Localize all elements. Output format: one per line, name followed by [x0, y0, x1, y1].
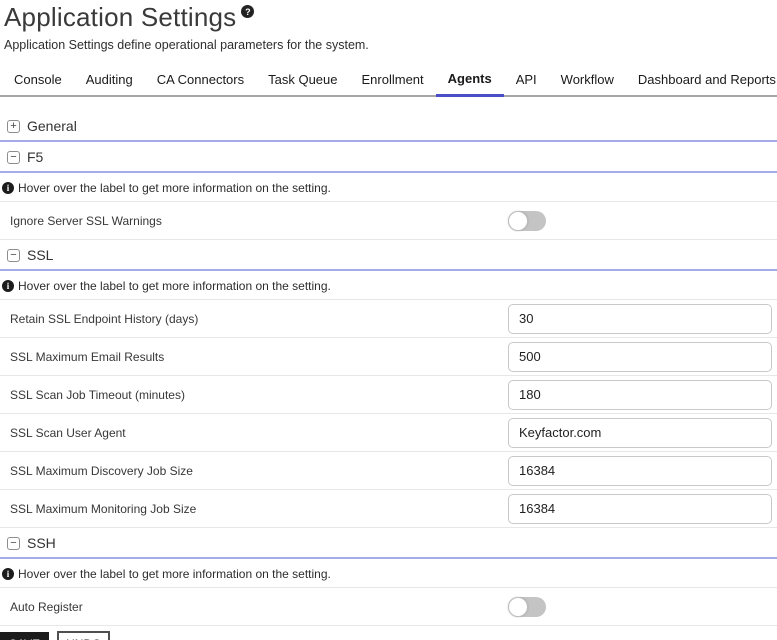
page-header: Application Settings ? [0, 2, 777, 32]
undo-button[interactable]: UNDO [57, 631, 110, 640]
footer: SAVE UNDO [0, 626, 777, 640]
page-title: Application Settings [4, 2, 236, 32]
setting-control [508, 304, 777, 334]
input-retain-ssl-endpoint-history-days[interactable] [508, 304, 772, 334]
input-ssl-maximum-monitoring-job-size[interactable] [508, 494, 772, 524]
input-ssl-scan-job-timeout-minutes[interactable] [508, 380, 772, 410]
section-header-ssl[interactable]: −SSL [0, 240, 777, 271]
info-row: i Hover over the label to get more inform… [0, 173, 777, 202]
setting-label: SSL Maximum Email Results [0, 350, 508, 364]
setting-label: Retain SSL Endpoint History (days) [0, 312, 508, 326]
application-settings-page: Application Settings ? Application Setti… [0, 0, 777, 640]
toggle-auto-register[interactable] [508, 597, 546, 617]
setting-label: Auto Register [0, 600, 508, 614]
setting-row-ssl-maximum-discovery-job-size: SSL Maximum Discovery Job Size [0, 452, 777, 490]
sections: +General−F5iHover over the label to get … [0, 111, 777, 626]
setting-label: SSL Scan User Agent [0, 426, 508, 440]
toggle-knob [508, 211, 528, 231]
input-ssl-maximum-email-results[interactable] [508, 342, 772, 372]
setting-row-retain-ssl-endpoint-history-days: Retain SSL Endpoint History (days) [0, 300, 777, 338]
info-text: Hover over the label to get more informa… [18, 279, 331, 293]
tab-task-queue[interactable]: Task Queue [256, 68, 349, 97]
setting-control [508, 418, 777, 448]
tab-ca-connectors[interactable]: CA Connectors [145, 68, 256, 97]
info-row: i Hover over the label to get more inform… [0, 271, 777, 300]
info-text: Hover over the label to get more informa… [18, 181, 331, 195]
minus-icon: − [7, 537, 20, 550]
info-icon: i [2, 182, 14, 194]
toggle-knob [508, 597, 528, 617]
setting-row-ssl-scan-user-agent: SSL Scan User Agent [0, 414, 777, 452]
tab-workflow[interactable]: Workflow [549, 68, 626, 97]
setting-row-auto-register: Auto Register [0, 588, 777, 626]
info-icon: i [2, 568, 14, 580]
tab-auditing[interactable]: Auditing [74, 68, 145, 97]
setting-row-ssl-scan-job-timeout-minutes: SSL Scan Job Timeout (minutes) [0, 376, 777, 414]
section-title: F5 [27, 149, 43, 165]
tab-dashboard-and-reports[interactable]: Dashboard and Reports [626, 68, 777, 97]
section-header-general[interactable]: + General [0, 111, 777, 142]
section-title: SSH [27, 535, 56, 551]
setting-row-ignore-server-ssl-warnings: Ignore Server SSL Warnings [0, 202, 777, 240]
setting-label: SSL Maximum Monitoring Job Size [0, 502, 508, 516]
section-header-f5[interactable]: −F5 [0, 142, 777, 173]
section-title: General [27, 118, 77, 134]
input-ssl-scan-user-agent[interactable] [508, 418, 772, 448]
input-ssl-maximum-discovery-job-size[interactable] [508, 456, 772, 486]
minus-icon: − [7, 151, 20, 164]
setting-label: SSL Maximum Discovery Job Size [0, 464, 508, 478]
tab-agents[interactable]: Agents [436, 67, 504, 97]
info-row: i Hover over the label to get more inform… [0, 559, 777, 588]
setting-control [508, 494, 777, 524]
toggle-ignore-server-ssl-warnings[interactable] [508, 211, 546, 231]
section-header-ssh[interactable]: −SSH [0, 528, 777, 559]
plus-icon: + [7, 120, 20, 133]
setting-control [508, 211, 777, 231]
setting-control [508, 380, 777, 410]
tab-bar: ConsoleAuditingCA ConnectorsTask QueueEn… [0, 67, 777, 97]
section-title: SSL [27, 247, 53, 263]
info-text: Hover over the label to get more informa… [18, 567, 331, 581]
info-icon: i [2, 280, 14, 292]
tab-enrollment[interactable]: Enrollment [350, 68, 436, 97]
save-button[interactable]: SAVE [0, 632, 49, 640]
setting-label: Ignore Server SSL Warnings [0, 214, 508, 228]
setting-control [508, 597, 777, 617]
setting-control [508, 342, 777, 372]
setting-label: SSL Scan Job Timeout (minutes) [0, 388, 508, 402]
tab-api[interactable]: API [504, 68, 549, 97]
setting-row-ssl-maximum-email-results: SSL Maximum Email Results [0, 338, 777, 376]
setting-row-ssl-maximum-monitoring-job-size: SSL Maximum Monitoring Job Size [0, 490, 777, 528]
minus-icon: − [7, 249, 20, 262]
setting-control [508, 456, 777, 486]
tab-console[interactable]: Console [2, 68, 74, 97]
help-icon[interactable]: ? [241, 5, 254, 18]
page-subtitle: Application Settings define operational … [0, 38, 777, 52]
